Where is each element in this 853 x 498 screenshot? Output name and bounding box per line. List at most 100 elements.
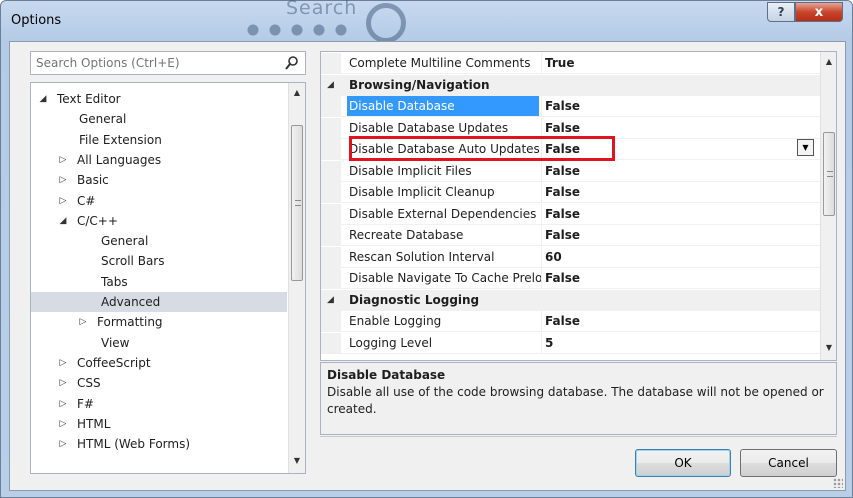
- category-label: Diagnostic Logging: [349, 292, 480, 307]
- property-name: Logging Level: [349, 335, 433, 350]
- tree-item[interactable]: ▷ Basic: [31, 170, 287, 190]
- grid-property-row[interactable]: Disable External Dependencies Fo False: [321, 203, 821, 225]
- property-value[interactable]: False: [545, 268, 580, 288]
- close-button[interactable]: x: [795, 2, 843, 22]
- collapsed-arrow-icon[interactable]: ▷: [57, 170, 69, 190]
- row-gutter: [321, 225, 341, 246]
- expanded-arrow-icon[interactable]: ◢: [57, 211, 69, 231]
- title-bar[interactable]: Options Search ? x: [1, 0, 853, 43]
- tree-item[interactable]: View: [31, 333, 287, 353]
- grid-category[interactable]: ◢ Diagnostic Logging: [321, 289, 821, 311]
- cancel-button[interactable]: Cancel: [740, 449, 837, 477]
- resize-grip-icon[interactable]: [833, 478, 843, 488]
- tree-item[interactable]: ▷ F#: [31, 394, 287, 414]
- tree-item-label: File Extension: [79, 132, 162, 147]
- row-gutter: [321, 182, 341, 203]
- collapsed-arrow-icon[interactable]: ▷: [57, 373, 69, 393]
- property-value[interactable]: False: [545, 161, 580, 181]
- column-separator[interactable]: [541, 96, 542, 117]
- scroll-up-arrow-icon[interactable]: ▲: [289, 85, 305, 101]
- search-options-box: [30, 51, 306, 75]
- property-value[interactable]: True: [545, 53, 574, 73]
- scroll-up-arrow-icon[interactable]: ▲: [821, 54, 836, 70]
- tree-item[interactable]: ▷ C#: [31, 191, 287, 211]
- ok-button[interactable]: OK: [635, 449, 731, 477]
- property-name: Recreate Database: [349, 228, 464, 242]
- expanded-arrow-icon[interactable]: ◢: [327, 290, 334, 310]
- help-button[interactable]: ?: [767, 2, 795, 22]
- property-value[interactable]: False: [545, 204, 580, 224]
- collapsed-arrow-icon[interactable]: ▷: [77, 312, 89, 332]
- column-separator[interactable]: [541, 268, 542, 289]
- tree-item[interactable]: ▷ CSS: [31, 373, 287, 393]
- tree-item[interactable]: Scroll Bars: [31, 251, 287, 271]
- tree-item[interactable]: ◢ C/C++: [31, 211, 287, 231]
- tree-item[interactable]: ▷ CoffeeScript: [31, 353, 287, 373]
- tree-item[interactable]: ◢ Text Editor: [31, 89, 287, 109]
- highlight-annotation: [349, 136, 615, 161]
- grid-property-row[interactable]: Disable Database False: [321, 96, 821, 117]
- property-value[interactable]: False: [545, 225, 580, 245]
- tree-item[interactable]: ▷ Formatting: [31, 312, 287, 332]
- collapsed-arrow-icon[interactable]: ▷: [57, 353, 69, 373]
- column-separator[interactable]: [541, 332, 542, 354]
- tree-scrollbar[interactable]: ▲ ▼: [288, 83, 305, 473]
- tree-item-label: HTML (Web Forms): [77, 437, 191, 452]
- expanded-arrow-icon[interactable]: ◢: [37, 89, 49, 109]
- category-label: Browsing/Navigation: [349, 77, 490, 92]
- collapsed-arrow-icon[interactable]: ▷: [57, 394, 69, 414]
- collapsed-arrow-icon[interactable]: ▷: [57, 414, 69, 434]
- column-separator[interactable]: [541, 203, 542, 225]
- grid-category[interactable]: ◢ Browsing/Navigation: [321, 74, 821, 96]
- description-panel: Disable Database Disable all use of the …: [320, 362, 837, 435]
- column-separator[interactable]: [541, 182, 542, 203]
- grid-property-row[interactable]: Disable Implicit Cleanup False: [321, 182, 821, 203]
- grid-scroll-thumb[interactable]: [823, 132, 835, 216]
- collapsed-arrow-icon[interactable]: ▷: [57, 191, 69, 211]
- grid-property-row[interactable]: Logging Level 5: [321, 332, 821, 354]
- grid-property-row[interactable]: Complete Multiline Comments True: [321, 53, 821, 74]
- tree-item-label: F#: [77, 396, 94, 411]
- value-editor[interactable]: [544, 97, 820, 116]
- grid-property-row[interactable]: Disable Implicit Files False: [321, 160, 821, 182]
- tree-item-label: HTML: [77, 416, 111, 431]
- scroll-down-arrow-icon[interactable]: ▼: [289, 453, 305, 469]
- tree-item[interactable]: ▷ All Languages: [31, 150, 287, 170]
- property-value[interactable]: 5: [545, 333, 553, 353]
- column-separator[interactable]: [541, 225, 542, 246]
- tree-item[interactable]: General: [31, 231, 287, 251]
- column-separator[interactable]: [541, 311, 542, 332]
- grip-icon: [295, 200, 301, 206]
- property-value[interactable]: 60: [545, 247, 562, 267]
- property-name: Disable Implicit Cleanup: [349, 185, 495, 199]
- tree-item[interactable]: ▷ HTML (Web Forms): [31, 434, 287, 454]
- tree-item[interactable]: General: [31, 109, 287, 129]
- value-dropdown-button[interactable]: ▼: [797, 139, 814, 156]
- tree-item[interactable]: ▷ HTML: [31, 414, 287, 434]
- collapsed-arrow-icon[interactable]: ▷: [57, 434, 69, 454]
- grid-property-row[interactable]: Enable Logging False: [321, 311, 821, 332]
- tree-item[interactable]: Tabs: [31, 272, 287, 292]
- collapsed-arrow-icon[interactable]: ▷: [57, 150, 69, 170]
- scroll-down-arrow-icon[interactable]: ▼: [821, 340, 836, 356]
- grid-scrollbar[interactable]: ▲ ▼: [820, 52, 836, 360]
- property-value[interactable]: False: [545, 311, 580, 331]
- property-value[interactable]: False: [545, 182, 580, 202]
- tree-scroll-thumb[interactable]: [291, 125, 303, 281]
- grid-property-row[interactable]: Rescan Solution Interval 60: [321, 246, 821, 268]
- row-gutter: [321, 53, 341, 74]
- grid-property-row[interactable]: Recreate Database False: [321, 225, 821, 246]
- tree-item[interactable]: File Extension: [31, 130, 287, 150]
- property-name: Disable External Dependencies Fo: [349, 206, 541, 221]
- column-separator[interactable]: [541, 53, 542, 74]
- column-separator[interactable]: [541, 160, 542, 182]
- grid-property-row[interactable]: Disable Navigate To Cache Prelo False: [321, 268, 821, 289]
- property-value[interactable]: False: [545, 118, 580, 138]
- column-separator[interactable]: [541, 246, 542, 268]
- property-value[interactable]: False: [545, 96, 580, 116]
- search-icon[interactable]: [285, 55, 299, 71]
- property-name: Disable Database Updates: [349, 120, 509, 135]
- search-input[interactable]: [31, 52, 281, 74]
- expanded-arrow-icon[interactable]: ◢: [327, 75, 334, 95]
- tree-item[interactable]: Advanced: [31, 292, 287, 312]
